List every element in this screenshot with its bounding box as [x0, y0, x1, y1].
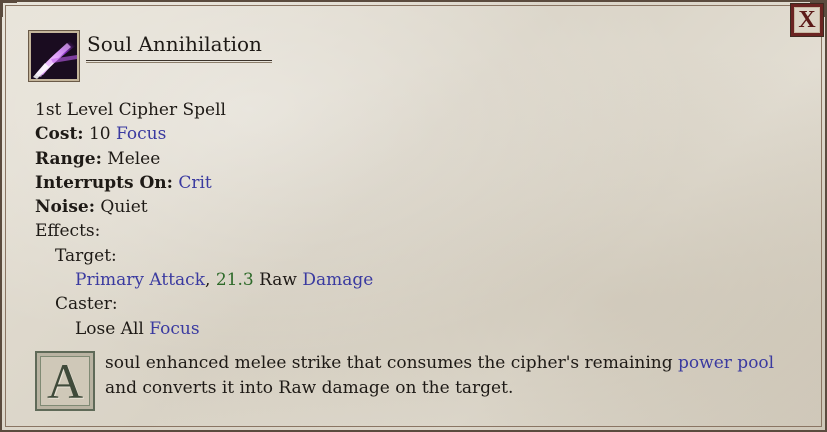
drop-cap: A	[35, 351, 95, 411]
description-text: soul enhanced melee strike that consumes…	[105, 353, 673, 373]
frame-corner-ornament	[0, 0, 17, 17]
close-icon: X	[798, 7, 816, 33]
noise-label: Noise:	[35, 197, 95, 218]
damage-type: Raw	[259, 270, 297, 291]
range-label: Range:	[35, 148, 102, 169]
focus-link[interactable]: Focus	[116, 124, 166, 144]
level-line: 1st Level Cipher Spell	[35, 100, 226, 120]
cost-line: Cost: 10 Focus	[35, 122, 373, 146]
title-underline	[86, 62, 272, 63]
caster-label: Caster:	[55, 294, 118, 315]
noise-line: Noise: Quiet	[35, 195, 373, 219]
cost-label: Cost:	[35, 124, 84, 145]
drop-cap-letter: A	[46, 353, 84, 409]
title-underline	[86, 60, 272, 61]
ability-title: Soul Annihilation	[87, 32, 262, 56]
comma: ,	[205, 270, 211, 291]
target-effect: Primary Attack, 21.3 Raw Damage	[35, 268, 373, 292]
noise-value: Quiet	[100, 197, 148, 218]
ability-description: soul enhanced melee strike that consumes…	[105, 351, 795, 401]
focus-link[interactable]: Focus	[149, 319, 199, 339]
description-text-2: and converts it into Raw damage on the t…	[105, 378, 514, 398]
caster-effect: Lose All Focus	[35, 317, 373, 341]
caster-effect-text: Lose All	[75, 318, 144, 339]
ability-stats: 1st Level Cipher Spell Cost: 10 Focus Ra…	[35, 98, 373, 341]
soul-annihilation-icon	[29, 31, 79, 81]
tooltip-panel: X Soul Annihilation 1st Level Cipher Spe…	[0, 0, 827, 432]
interrupts-line: Interrupts On: Crit	[35, 171, 373, 195]
close-button[interactable]: X	[791, 4, 823, 36]
damage-amount: 21.3	[215, 270, 254, 291]
range-line: Range: Melee	[35, 147, 373, 171]
primary-attack-link[interactable]: Primary Attack	[75, 270, 205, 290]
cost-value: 10	[88, 124, 111, 145]
target-label: Target:	[55, 245, 117, 266]
power-pool-link[interactable]: power pool	[678, 353, 774, 373]
range-value: Melee	[107, 148, 161, 169]
spell-icon-art	[31, 33, 77, 79]
interrupts-label: Interrupts On:	[35, 172, 173, 193]
effects-label: Effects:	[35, 221, 101, 242]
damage-link[interactable]: Damage	[302, 270, 373, 290]
crit-link[interactable]: Crit	[178, 173, 211, 193]
